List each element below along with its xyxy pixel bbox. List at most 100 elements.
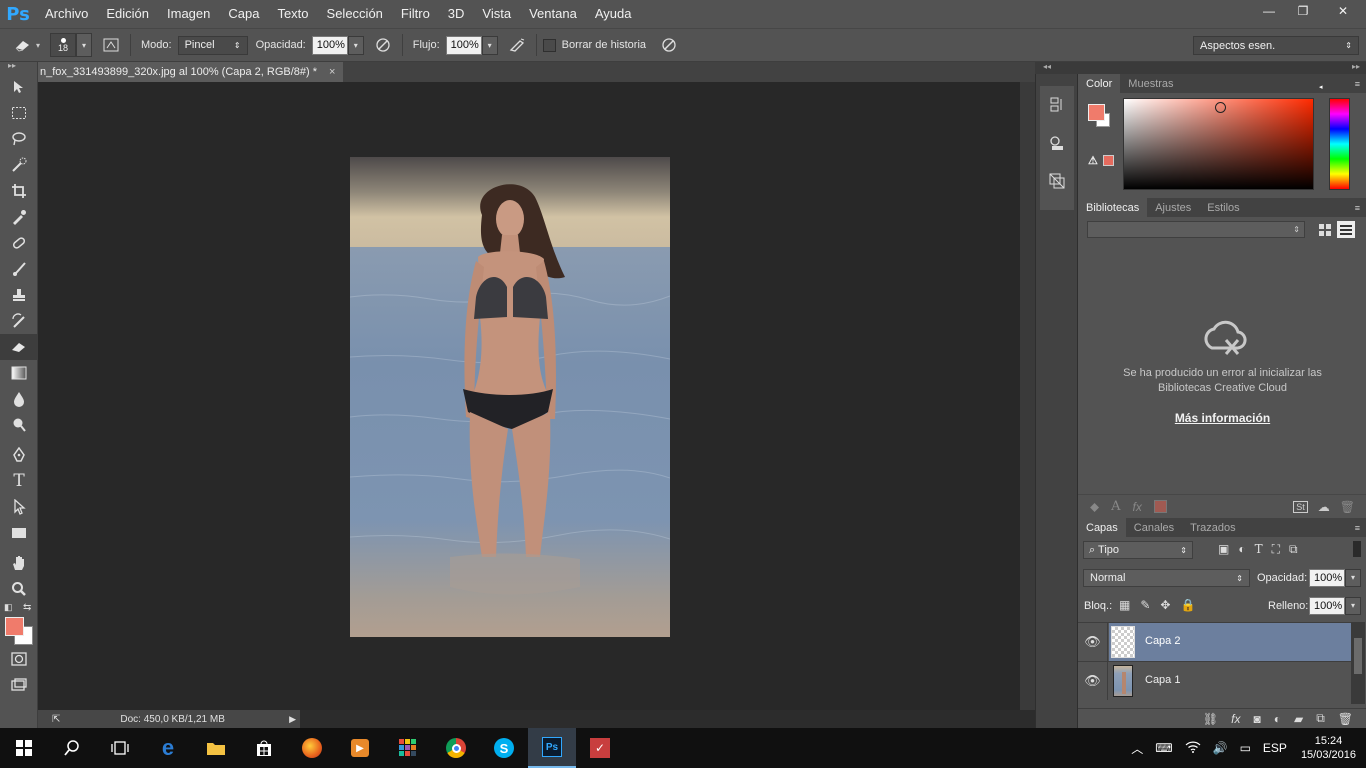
menu-texto[interactable]: Texto bbox=[268, 0, 317, 28]
tab-paths[interactable]: Trazados bbox=[1182, 518, 1243, 537]
history-brush-tool-icon[interactable] bbox=[0, 308, 38, 334]
crop-tool-icon[interactable] bbox=[0, 178, 38, 204]
mode-select[interactable]: Pincel ⇕ bbox=[177, 35, 248, 55]
tab-color[interactable]: Color bbox=[1078, 74, 1121, 93]
collapse-toolbar-icon[interactable]: ▸▸ bbox=[0, 62, 37, 70]
hue-slider[interactable] bbox=[1329, 98, 1350, 190]
add-layer-style-icon[interactable]: fx bbox=[1133, 500, 1142, 514]
gamut-color-chip[interactable] bbox=[1103, 155, 1114, 166]
firefox-icon[interactable] bbox=[288, 728, 336, 768]
blur-tool-icon[interactable] bbox=[0, 386, 38, 412]
skype-icon[interactable]: S bbox=[480, 728, 528, 768]
menu-vista[interactable]: Vista bbox=[473, 0, 520, 28]
opacity-dropdown[interactable]: ▾ bbox=[347, 35, 364, 55]
wifi-icon[interactable] bbox=[1179, 741, 1207, 756]
vertical-scrollbar[interactable] bbox=[1020, 82, 1035, 710]
blend-mode-select[interactable]: Normal ⇕ bbox=[1083, 569, 1250, 587]
flow-dropdown[interactable]: ▾ bbox=[481, 35, 498, 55]
filter-shape-icon[interactable]: ⛶ bbox=[1272, 542, 1280, 557]
color-picker-cursor[interactable] bbox=[1215, 102, 1226, 113]
canvas-area[interactable] bbox=[38, 82, 1020, 710]
layer-opacity-dropdown[interactable]: ▾ bbox=[1345, 569, 1361, 587]
filter-smart-object-icon[interactable]: ⧉ bbox=[1289, 542, 1298, 557]
action-center-icon[interactable]: ▭ bbox=[1234, 741, 1257, 755]
gradient-tool-icon[interactable] bbox=[0, 360, 38, 386]
erase-history-checkbox[interactable] bbox=[542, 38, 556, 52]
airbrush-icon[interactable] bbox=[504, 33, 530, 57]
brush-size-dropdown[interactable]: ▾ bbox=[76, 33, 93, 57]
lasso-tool-icon[interactable] bbox=[0, 126, 38, 152]
horizontal-scrollbar[interactable] bbox=[300, 710, 1035, 728]
color-foreground-swatch[interactable] bbox=[1088, 104, 1105, 121]
add-color-icon[interactable] bbox=[1153, 500, 1167, 513]
list-view-icon[interactable] bbox=[1337, 221, 1355, 238]
menu-seleccion[interactable]: Selección bbox=[318, 0, 392, 28]
foreground-color-swatch[interactable] bbox=[5, 617, 24, 636]
link-layers-icon[interactable]: ⛓ bbox=[1203, 712, 1218, 726]
more-info-link[interactable]: Más información bbox=[1078, 411, 1366, 425]
menu-ventana[interactable]: Ventana bbox=[520, 0, 586, 28]
language-indicator[interactable]: ESP bbox=[1257, 741, 1293, 755]
menu-ayuda[interactable]: Ayuda bbox=[586, 0, 641, 28]
eraser-tool-preset-icon[interactable] bbox=[10, 33, 36, 57]
visibility-eye-icon[interactable]: 👁 bbox=[1078, 623, 1108, 661]
pressure-size-icon[interactable] bbox=[656, 33, 682, 57]
move-tool-icon[interactable] bbox=[0, 74, 38, 100]
add-mask-icon[interactable]: ◙ bbox=[1253, 712, 1260, 726]
hand-tool-icon[interactable] bbox=[0, 550, 38, 576]
tab-adjustments[interactable]: Ajustes bbox=[1147, 198, 1199, 217]
visibility-eye-icon[interactable]: 👁 bbox=[1078, 662, 1108, 700]
brush-size-picker[interactable]: 18 bbox=[50, 33, 77, 57]
minimize-button[interactable]: — bbox=[1252, 0, 1286, 22]
brush-tool-icon[interactable] bbox=[0, 256, 38, 282]
swap-colors-icon[interactable]: ⇆ bbox=[23, 602, 31, 613]
color-field[interactable] bbox=[1123, 98, 1314, 190]
store-icon[interactable] bbox=[240, 728, 288, 768]
app-grid-icon[interactable] bbox=[384, 728, 432, 768]
brush-panel-icon[interactable] bbox=[98, 33, 124, 57]
default-colors-icon[interactable]: ◧ bbox=[4, 602, 13, 613]
opacity-input[interactable]: 100% bbox=[311, 35, 348, 55]
workspace-select[interactable]: Aspectos esen. ⇕ bbox=[1193, 36, 1359, 55]
new-layer-icon[interactable]: ⧉ bbox=[1316, 711, 1325, 726]
clone-stamp-tool-icon[interactable] bbox=[0, 282, 38, 308]
layer-style-icon[interactable]: fx bbox=[1231, 712, 1240, 726]
tab-libraries[interactable]: Bibliotecas bbox=[1078, 198, 1148, 217]
dodge-tool-icon[interactable] bbox=[0, 412, 38, 438]
edge-browser-icon[interactable]: e bbox=[144, 728, 192, 768]
filter-type-icon[interactable]: T bbox=[1255, 542, 1263, 557]
adjustments-panel-icon[interactable] bbox=[1040, 162, 1074, 200]
input-method-icon[interactable]: ⌨ bbox=[1149, 741, 1178, 755]
document-image[interactable] bbox=[350, 157, 670, 637]
lock-transparent-icon[interactable]: ▦ bbox=[1119, 598, 1130, 612]
layer-filter-select[interactable]: ⌕ Tipo ⇕ bbox=[1083, 541, 1193, 559]
layer-row[interactable]: 👁 Capa 1 bbox=[1078, 661, 1351, 700]
restore-button[interactable]: ❐ bbox=[1286, 0, 1320, 22]
status-menu-arrow-icon[interactable]: ▶ bbox=[289, 714, 296, 725]
flow-input[interactable]: 100% bbox=[445, 35, 482, 55]
menu-filtro[interactable]: Filtro bbox=[392, 0, 439, 28]
new-adjustment-layer-icon[interactable]: ◐ bbox=[1274, 712, 1281, 726]
stock-icon[interactable]: St bbox=[1293, 500, 1308, 513]
document-tab[interactable]: n_fox_331493899_320x.jpg al 100% (Capa 2… bbox=[38, 62, 344, 82]
add-graphic-icon[interactable]: ⬥ bbox=[1090, 499, 1099, 515]
lock-all-icon[interactable]: 🔒 bbox=[1180, 598, 1195, 612]
new-group-icon[interactable]: ▰ bbox=[1294, 712, 1303, 726]
filter-adjustment-icon[interactable]: ◐ bbox=[1238, 542, 1245, 557]
fill-dropdown[interactable]: ▾ bbox=[1345, 597, 1361, 615]
lock-image-icon[interactable]: ✎ bbox=[1140, 598, 1150, 612]
fill-input[interactable]: 100% bbox=[1309, 597, 1345, 615]
menu-capa[interactable]: Capa bbox=[219, 0, 268, 28]
presentation-app-icon[interactable]: ✓ bbox=[576, 728, 624, 768]
collapse-dock-icon[interactable]: ▸▸ bbox=[1352, 62, 1360, 71]
layer-row[interactable]: 👁 Capa 2 bbox=[1078, 622, 1351, 661]
eraser-tool-icon[interactable] bbox=[0, 334, 38, 360]
quick-selection-tool-icon[interactable] bbox=[0, 152, 38, 178]
pen-tool-icon[interactable] bbox=[0, 442, 38, 468]
healing-brush-tool-icon[interactable] bbox=[0, 230, 38, 256]
library-select[interactable]: ⇕ bbox=[1087, 221, 1305, 238]
menu-3d[interactable]: 3D bbox=[439, 0, 474, 28]
media-player-icon[interactable]: ▶ bbox=[336, 728, 384, 768]
panel-menu-icon[interactable]: ≡ bbox=[1355, 74, 1366, 93]
chrome-icon[interactable] bbox=[432, 728, 480, 768]
